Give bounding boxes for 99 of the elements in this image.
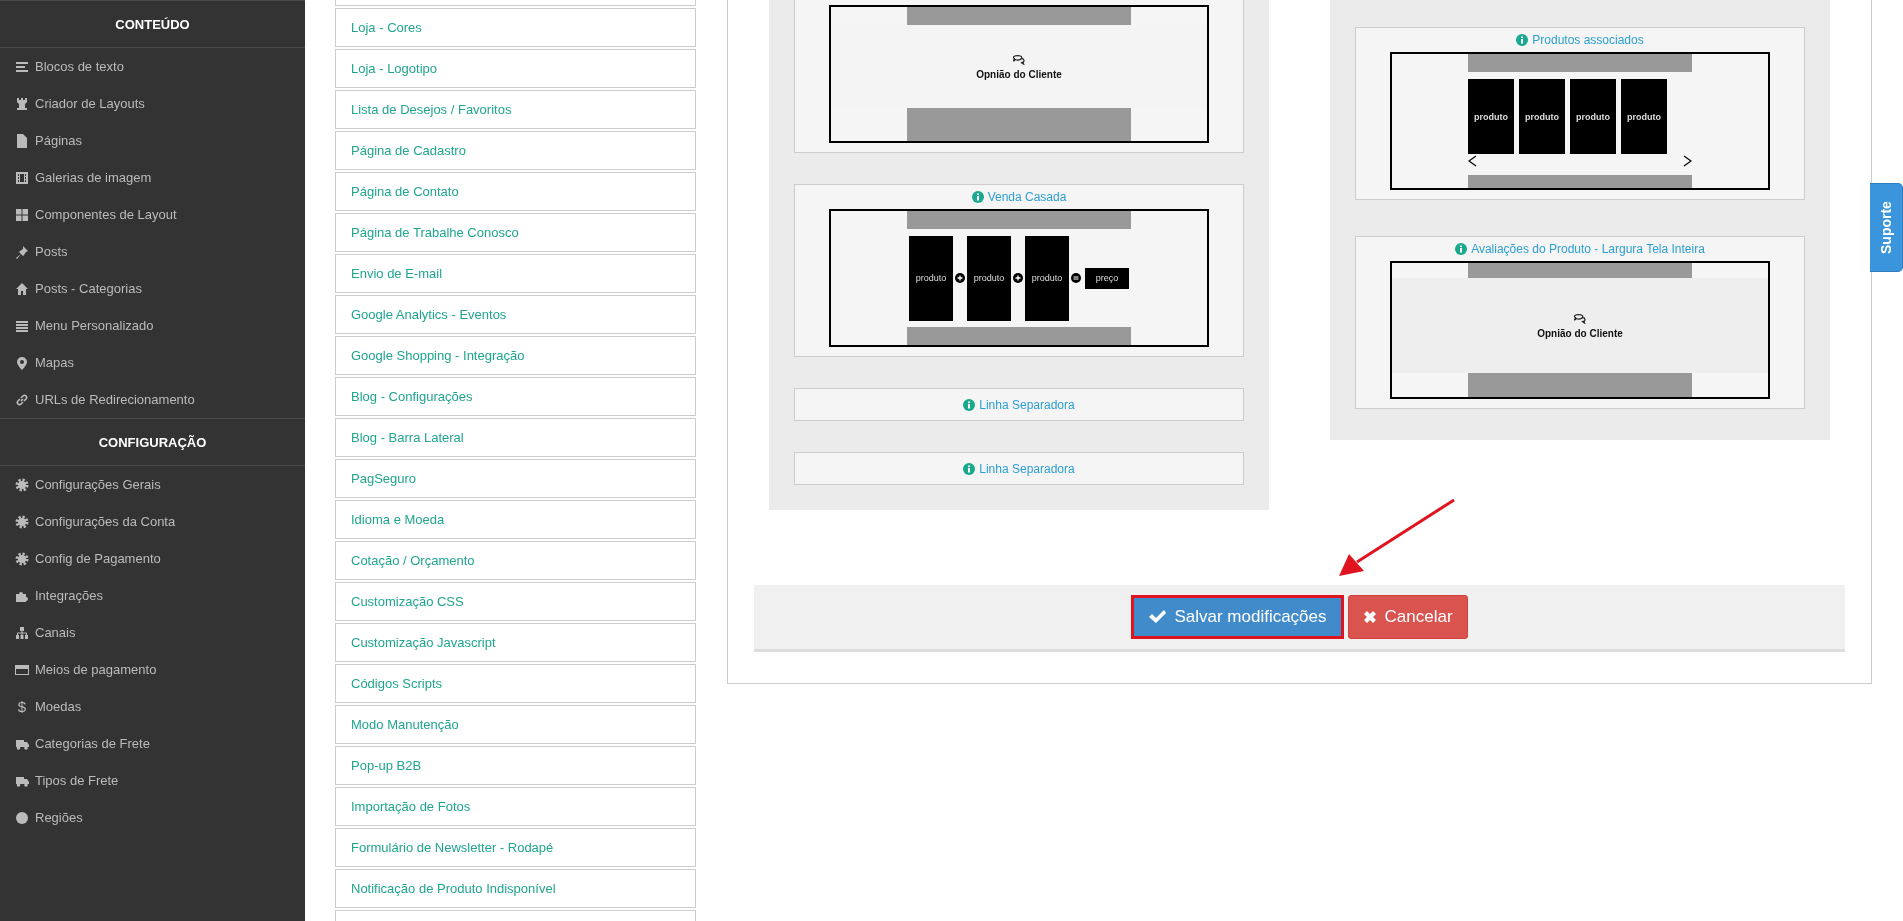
sidebar-item[interactable]: $ Moedas <box>0 688 305 725</box>
section-heading: CONFIGURAÇÃO <box>0 418 305 466</box>
plus-icon <box>955 273 965 283</box>
product-tile: produto <box>967 235 1011 321</box>
sidebar-item[interactable]: Integrações <box>0 577 305 614</box>
list-item[interactable]: Blog - Configurações <box>335 377 696 416</box>
list-item[interactable]: Blog - Barra Lateral <box>335 418 696 457</box>
list-item[interactable]: Notificação de Produto Indisponível <box>335 869 696 908</box>
pin-icon <box>15 244 29 259</box>
gear-icon <box>15 551 29 566</box>
close-icon <box>1362 610 1377 624</box>
equals-icon <box>1071 273 1081 283</box>
list-item[interactable]: Importação de Fotos <box>335 787 696 826</box>
list-item[interactable]: PagSeguro <box>335 459 696 498</box>
gear-icon <box>15 477 29 492</box>
product-tile: produto <box>909 235 953 321</box>
list-item[interactable]: Customização CSS <box>335 582 696 621</box>
home-icon <box>15 281 29 296</box>
list-item[interactable]: Cotação / Orçamento <box>335 541 696 580</box>
sidebar-item[interactable]: Regiões <box>0 799 305 836</box>
list-item[interactable]: Google Shopping - Integração <box>335 336 696 375</box>
map-marker-icon <box>15 355 29 370</box>
grid-icon <box>15 207 29 222</box>
list-item[interactable]: Idioma e Moeda <box>335 500 696 539</box>
block-title: Avaliações do Produto - Largura Tela Inteira <box>1471 242 1705 256</box>
chevron-left-icon <box>1468 155 1477 167</box>
product-tile: produto <box>1025 235 1069 321</box>
info-icon <box>971 191 984 203</box>
sidebar-item[interactable]: Menu Personalizado <box>0 307 305 344</box>
list-item[interactable]: Loja - Cores <box>335 8 696 47</box>
sidebar-item[interactable]: Galerias de imagem <box>0 159 305 196</box>
product-tile: produto <box>1570 79 1616 154</box>
sidebar-item[interactable]: Páginas <box>0 122 305 159</box>
sidebar-item[interactable]: Config de Pagamento <box>0 540 305 577</box>
list-item[interactable]: Pop-up B2B <box>335 746 696 785</box>
layout-block[interactable]: Avaliações do Produto - Largura Tela Inteira Opnião do Cliente <box>1355 236 1805 409</box>
support-tab[interactable]: Suporte <box>1870 183 1903 272</box>
list-item[interactable] <box>335 0 696 6</box>
layout-block[interactable]: Opnião do Cliente <box>794 0 1244 153</box>
sidebar-item[interactable]: Mapas <box>0 344 305 381</box>
block-title: Venda Casada <box>987 190 1067 204</box>
comments-icon <box>1012 53 1026 65</box>
list-item[interactable]: Página de Trabalhe Conosco <box>335 213 696 252</box>
dollar-icon: $ <box>15 698 29 715</box>
save-button[interactable]: Salvar modificações <box>1131 595 1344 639</box>
sidebar-item[interactable]: Componentes de Layout <box>0 196 305 233</box>
list-item[interactable]: Página de Contato <box>335 172 696 211</box>
info-icon <box>1455 243 1468 255</box>
list-item[interactable]: Lista de Desejos / Favoritos <box>335 90 696 129</box>
page-icon <box>15 133 29 148</box>
comments-icon <box>1573 312 1587 324</box>
product-tile: produto <box>1621 79 1667 154</box>
link-icon <box>15 392 29 407</box>
list-item[interactable]: Página de Cadastro <box>335 131 696 170</box>
block-title: Linha Separadora <box>979 461 1075 476</box>
info-icon <box>963 462 976 475</box>
gear-icon <box>15 514 29 529</box>
layout-block[interactable]: Linha Separadora <box>794 452 1244 485</box>
check-icon <box>1148 609 1167 625</box>
sitemap-icon <box>15 625 29 640</box>
sidebar-item[interactable]: Configurações Gerais <box>0 466 305 503</box>
card-icon <box>15 662 29 677</box>
list-item[interactable]: Loja - Logotipo <box>335 49 696 88</box>
list-item[interactable]: Envio de E-mail <box>335 254 696 293</box>
film-icon <box>15 170 29 185</box>
section-heading: CONTEÚDO <box>0 1 305 48</box>
sidebar-item[interactable]: Posts <box>0 233 305 270</box>
info-icon <box>1516 34 1529 46</box>
sidebar-item[interactable]: Configurações da Conta <box>0 503 305 540</box>
plus-icon <box>1013 273 1023 283</box>
list-item[interactable]: Google Analytics - Eventos <box>335 295 696 334</box>
product-tile: produto <box>1468 79 1514 154</box>
block-title: Produtos associados <box>1532 33 1644 47</box>
chevron-right-icon <box>1683 155 1692 167</box>
product-tile: produto <box>1519 79 1565 154</box>
preview-caption: Opnião do Cliente <box>1537 328 1623 339</box>
block-title: Linha Separadora <box>979 397 1075 412</box>
sidebar-item[interactable]: Blocos de texto <box>0 48 305 85</box>
list-item[interactable]: Códigos Scripts <box>335 664 696 703</box>
sidebar-item[interactable]: URLs de Redirecionamento <box>0 381 305 418</box>
price-tile: preço <box>1085 267 1129 289</box>
list-item[interactable]: Modo Manutenção <box>335 705 696 744</box>
list-icon <box>15 318 29 333</box>
sidebar-item[interactable]: Meios de pagamento <box>0 651 305 688</box>
sidebar-item[interactable]: Categorias de Frete <box>0 725 305 762</box>
rook-icon <box>15 96 29 111</box>
layout-block[interactable]: Venda Casada produto produto produto preço <box>794 184 1244 357</box>
info-icon <box>963 398 976 411</box>
cancel-button[interactable]: Cancelar <box>1347 595 1468 639</box>
sidebar-item[interactable]: Canais <box>0 614 305 651</box>
layout-block[interactable]: Produtos associados produto produto produto produto <box>1355 27 1805 200</box>
sidebar-item[interactable]: Criador de Layouts <box>0 85 305 122</box>
sidebar-item[interactable]: Posts - Categorias <box>0 270 305 307</box>
text-icon <box>15 59 29 74</box>
list-item[interactable]: Formulário de Newsletter - Rodapé <box>335 828 696 867</box>
preview-caption: Opnião do Cliente <box>976 69 1062 80</box>
sidebar-item[interactable]: Tipos de Frete <box>0 762 305 799</box>
list-item[interactable]: Customização Javascript <box>335 623 696 662</box>
layout-block[interactable]: Linha Separadora <box>794 388 1244 421</box>
